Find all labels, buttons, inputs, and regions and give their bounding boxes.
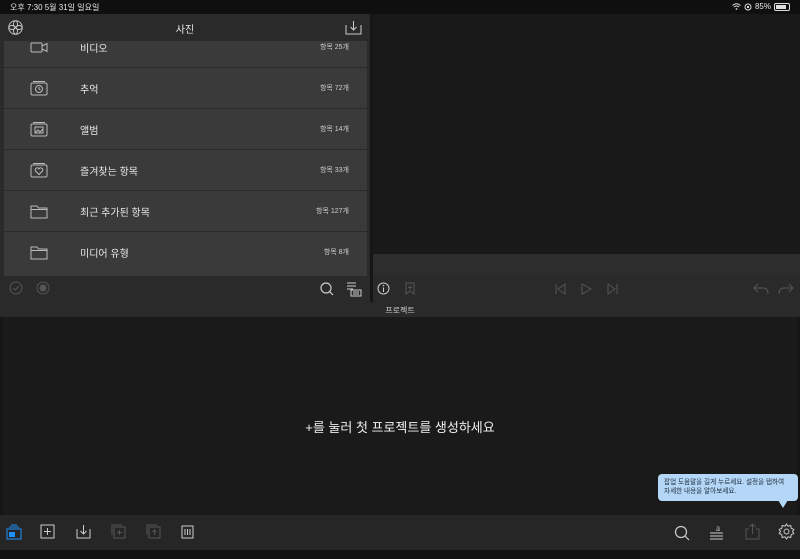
wifi-icon [732, 3, 741, 10]
list-item-count: 항목 8개 [323, 249, 349, 256]
battery-icon [774, 2, 790, 11]
photos-title: 사진 [175, 25, 195, 36]
list-item-favorites[interactable]: 즐겨찾는 항목 항목 33개 [4, 150, 367, 191]
photos-list: 비디오 항목 25개 추억 항목 72개 앨범 항목 14개 즐겨찾는 항목 항… [4, 41, 367, 288]
play-icon[interactable] [580, 283, 592, 295]
duplicate-project-icon[interactable] [111, 524, 126, 539]
list-item-count: 항목 33개 [319, 167, 349, 174]
viewer-toolbar [373, 254, 800, 302]
export-project-icon[interactable] [146, 524, 161, 539]
delete-project-icon[interactable] [180, 524, 195, 539]
list-item-count: 항목 127개 [316, 208, 349, 215]
project-label: 프로젝트 [385, 306, 415, 315]
battery-percent: 85% [754, 2, 771, 11]
import-icon[interactable] [345, 20, 362, 35]
select-check-icon[interactable] [9, 281, 23, 295]
skip-back-icon[interactable] [554, 283, 567, 295]
list-item-label: 추억 [80, 85, 99, 96]
list-item-label: 앨범 [80, 126, 99, 137]
bottom-toolbar: a [0, 515, 800, 550]
redo-icon[interactable] [778, 282, 794, 295]
list-item-albums[interactable]: 앨범 항목 14개 [4, 109, 367, 150]
heart-folder-icon [30, 163, 48, 178]
list-item-count: 항목 25개 [319, 44, 349, 51]
search-icon[interactable] [319, 281, 335, 297]
empty-project-message: +를 눌러 첫 프로젝트를 생성하세요 [305, 420, 495, 435]
viewer-controls [373, 275, 800, 302]
photos-toolbar [0, 276, 370, 302]
list-item-videos[interactable]: 비디오 항목 25개 [4, 41, 367, 68]
list-options-icon[interactable] [346, 281, 362, 297]
home-indicator-area [0, 550, 800, 559]
status-indicators: 85% [732, 2, 790, 11]
share-icon[interactable] [745, 523, 760, 540]
search-icon[interactable] [674, 525, 691, 542]
orientation-lock-icon [744, 3, 752, 10]
album-icon [30, 122, 48, 137]
list-item-label: 즐겨찾는 항목 [80, 167, 138, 178]
list-item-count: 항목 72개 [319, 85, 349, 92]
photos-header: 사진 [0, 14, 370, 41]
list-item-label: 미디어 유형 [80, 249, 129, 260]
memories-icon [30, 81, 48, 96]
video-icon [30, 42, 48, 53]
new-project-icon[interactable] [40, 524, 55, 539]
list-item-label: 최근 추가된 항목 [80, 208, 150, 219]
photos-panel: 사진 비디오 항목 25개 추억 항목 72개 앨범 항목 14개 즐겨찾는 항… [0, 14, 370, 302]
sort-icon[interactable]: a [708, 522, 725, 540]
settings-gear-icon[interactable] [778, 523, 795, 540]
import-project-icon[interactable] [76, 524, 91, 539]
list-item-memories[interactable]: 추억 항목 72개 [4, 68, 367, 109]
info-icon[interactable] [377, 282, 390, 295]
record-icon[interactable] [36, 281, 50, 295]
skip-forward-icon[interactable] [606, 283, 619, 295]
status-time-date: 오후 7:30 5월 31일 일요일 [10, 3, 100, 12]
tooltip-tail [778, 500, 788, 508]
projects-browser-icon[interactable] [6, 524, 22, 540]
add-clip-icon[interactable] [404, 282, 416, 295]
project-header: 프로젝트 [0, 302, 800, 317]
preview-viewer [373, 14, 800, 254]
status-bar: 오후 7:30 5월 31일 일요일 85% [0, 0, 800, 14]
svg-text:a: a [716, 523, 720, 533]
list-item-count: 항목 14개 [319, 126, 349, 133]
folder-icon [30, 246, 48, 260]
list-item-label: 비디오 [80, 44, 108, 55]
help-tooltip[interactable]: 팝업 도움말을 길게 누르세요. 설정을 탭하여 자세한 내용을 알아보세요. [658, 474, 798, 501]
list-item-recently-added[interactable]: 최근 추가된 항목 항목 127개 [4, 191, 367, 232]
folder-icon [30, 205, 48, 219]
undo-icon[interactable] [753, 282, 769, 295]
